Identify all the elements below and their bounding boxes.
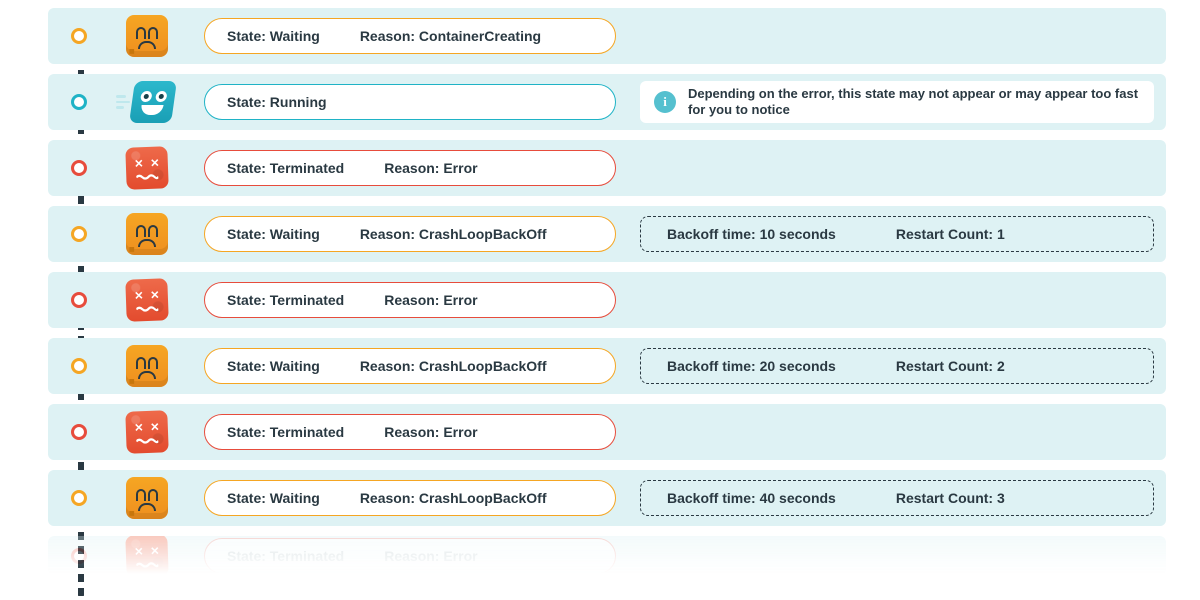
state-pill: State: Waiting Reason: CrashLoopBackOff <box>204 348 616 384</box>
container-icon-cell: ✕✕ <box>116 411 178 453</box>
dead-container-icon: ✕✕ <box>125 146 168 189</box>
state-label: State: Terminated <box>227 292 344 308</box>
state-label: State: Waiting <box>227 226 320 242</box>
reason-label: Reason: Error <box>384 160 477 176</box>
container-icon-cell <box>116 81 178 123</box>
dead-container-icon: ✕✕ <box>125 278 168 321</box>
state-row: ▮▮ State: Waiting Reason: ContainerCreat… <box>48 8 1166 64</box>
container-icon-cell: ▮▮ <box>116 15 178 57</box>
state-label: State: Running <box>227 94 327 110</box>
worried-container-icon: ▮▮ <box>126 345 168 387</box>
backoff-aside: Backoff time: 20 seconds Restart Count: … <box>640 348 1154 384</box>
dead-container-icon: ✕✕ <box>125 410 168 453</box>
state-pill: State: Terminated Reason: Error <box>204 538 616 574</box>
reason-label: Reason: CrashLoopBackOff <box>360 490 547 506</box>
timeline-node-icon <box>71 358 87 374</box>
info-aside: i Depending on the error, this state may… <box>640 81 1154 123</box>
reason-label: Reason: ContainerCreating <box>360 28 541 44</box>
state-label: State: Waiting <box>227 28 320 44</box>
timeline-node-icon <box>71 292 87 308</box>
state-row-faded: ✕✕ State: Terminated Reason: Error <box>48 536 1166 576</box>
info-icon: i <box>654 91 676 113</box>
state-row: State: Running i Depending on the error,… <box>48 74 1166 130</box>
container-icon-cell: ▮▮ <box>116 345 178 387</box>
restart-count-label: Restart Count: 3 <box>896 490 1005 506</box>
container-icon-cell: ✕✕ <box>116 535 178 577</box>
timeline-rows: ▮▮ State: Waiting Reason: ContainerCreat… <box>48 8 1166 576</box>
state-row: ▮▮ State: Waiting Reason: CrashLoopBackO… <box>48 470 1166 526</box>
state-label: State: Terminated <box>227 548 344 564</box>
state-pill: State: Waiting Reason: CrashLoopBackOff <box>204 216 616 252</box>
reason-label: Reason: CrashLoopBackOff <box>360 226 547 242</box>
reason-label: Reason: CrashLoopBackOff <box>360 358 547 374</box>
timeline-node-icon <box>71 160 87 176</box>
state-row: ✕✕ State: Terminated Reason: Error <box>48 404 1166 460</box>
state-label: State: Terminated <box>227 424 344 440</box>
container-icon-cell: ▮▮ <box>116 213 178 255</box>
state-pill: State: Terminated Reason: Error <box>204 150 616 186</box>
reason-label: Reason: Error <box>384 424 477 440</box>
backoff-label: Backoff time: 40 seconds <box>667 490 836 506</box>
container-icon-cell: ✕✕ <box>116 147 178 189</box>
restart-count-label: Restart Count: 2 <box>896 358 1005 374</box>
container-icon-cell: ✕✕ <box>116 279 178 321</box>
dead-container-icon: ✕✕ <box>125 534 168 577</box>
timeline-node-icon <box>71 490 87 506</box>
state-pill: State: Waiting Reason: CrashLoopBackOff <box>204 480 616 516</box>
worried-container-icon: ▮▮ <box>126 213 168 255</box>
state-pill: State: Waiting Reason: ContainerCreating <box>204 18 616 54</box>
timeline-node-icon <box>71 28 87 44</box>
timeline-node-icon <box>71 424 87 440</box>
timeline-node-icon <box>71 226 87 242</box>
info-note: Depending on the error, this state may n… <box>688 86 1140 119</box>
state-label: State: Waiting <box>227 490 320 506</box>
backoff-aside: Backoff time: 40 seconds Restart Count: … <box>640 480 1154 516</box>
state-row: ✕✕ State: Terminated Reason: Error <box>48 272 1166 328</box>
happy-container-icon <box>116 81 178 123</box>
worried-container-icon: ▮▮ <box>126 477 168 519</box>
worried-container-icon: ▮▮ <box>126 15 168 57</box>
restart-count-label: Restart Count: 1 <box>896 226 1005 242</box>
reason-label: Reason: Error <box>384 292 477 308</box>
state-row: ✕✕ State: Terminated Reason: Error <box>48 140 1166 196</box>
reason-label: Reason: Error <box>384 548 477 564</box>
backoff-label: Backoff time: 10 seconds <box>667 226 836 242</box>
timeline-node-icon <box>71 94 87 110</box>
state-label: State: Waiting <box>227 358 320 374</box>
state-row: ▮▮ State: Waiting Reason: CrashLoopBackO… <box>48 206 1166 262</box>
state-pill: State: Running <box>204 84 616 120</box>
state-pill: State: Terminated Reason: Error <box>204 414 616 450</box>
backoff-label: Backoff time: 20 seconds <box>667 358 836 374</box>
state-label: State: Terminated <box>227 160 344 176</box>
container-icon-cell: ▮▮ <box>116 477 178 519</box>
state-pill: State: Terminated Reason: Error <box>204 282 616 318</box>
state-row: ▮▮ State: Waiting Reason: CrashLoopBackO… <box>48 338 1166 394</box>
timeline-node-icon <box>71 548 87 564</box>
backoff-aside: Backoff time: 10 seconds Restart Count: … <box>640 216 1154 252</box>
